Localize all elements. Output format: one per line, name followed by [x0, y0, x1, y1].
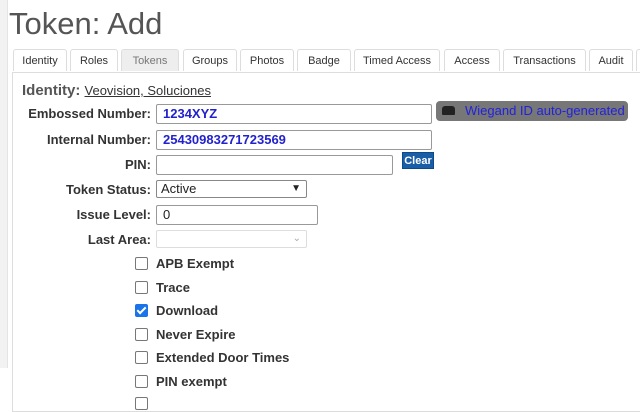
identity-link[interactable]: Veovision, Soluciones	[85, 83, 211, 98]
identity-label: Identity:	[22, 82, 81, 99]
checkbox-partial[interactable]	[135, 397, 156, 410]
chevron-down-icon: ⌄	[292, 233, 301, 244]
checkbox-label: Download	[156, 303, 219, 318]
checkbox-icon[interactable]	[135, 375, 148, 388]
tab-badge[interactable]: Badge	[297, 49, 351, 71]
token-status-value: Active	[161, 181, 197, 196]
checkbox-icon[interactable]	[135, 281, 148, 294]
tab-audit[interactable]: Audit	[589, 49, 633, 71]
embossed-number-label: Embossed Number:	[28, 106, 151, 121]
identity-heading: Identity: Veovision, Soluciones	[22, 82, 211, 99]
checkbox-icon[interactable]	[135, 351, 148, 364]
checkbox-icon[interactable]	[135, 257, 148, 270]
tab-access[interactable]: Access	[444, 49, 500, 71]
pin-input[interactable]	[156, 155, 393, 175]
tab-photos[interactable]: Photos	[240, 49, 294, 71]
checkbox-label: Trace	[156, 280, 190, 295]
wiegand-text: Wiegand ID auto-generated	[465, 103, 625, 118]
last-area-label: Last Area:	[87, 232, 151, 247]
checkbox-icon[interactable]	[135, 328, 148, 341]
checkbox-pin-exempt[interactable]: PIN exempt	[135, 374, 227, 389]
wiegand-notice: Wiegand ID auto-generated	[436, 101, 628, 121]
tab-identity[interactable]: Identity	[13, 49, 67, 71]
checkbox-download[interactable]: Download	[135, 303, 218, 318]
clear-button[interactable]: Clear	[402, 152, 434, 169]
checkbox-checked-icon[interactable]	[135, 304, 148, 317]
tab-tokens[interactable]: Tokens	[121, 49, 179, 71]
checkbox-extended-door-times[interactable]: Extended Door Times	[135, 350, 289, 365]
token-status-label: Token Status:	[66, 182, 151, 197]
last-area-select[interactable]: ⌄	[156, 230, 307, 248]
car-icon	[442, 106, 455, 115]
checkbox-apb-exempt[interactable]: APB Exempt	[135, 256, 234, 271]
checkbox-label: APB Exempt	[156, 256, 235, 271]
checkbox-label: PIN exempt	[156, 374, 227, 389]
embossed-number-input[interactable]: 1234XYZ	[156, 104, 432, 124]
internal-number-label: Internal Number:	[46, 132, 151, 147]
checkbox-label: Extended Door Times	[156, 350, 290, 365]
page-title: Token: Add	[9, 6, 163, 41]
checkbox-never-expire[interactable]: Never Expire	[135, 327, 236, 342]
issue-level-input[interactable]: 0	[156, 205, 318, 225]
checkbox-trace[interactable]: Trace	[135, 280, 190, 295]
internal-number-input[interactable]: 25430983271723569	[156, 130, 432, 150]
tab-more[interactable]	[636, 49, 640, 71]
tab-roles[interactable]: Roles	[70, 49, 118, 71]
pin-label: PIN:	[125, 157, 151, 172]
token-status-select[interactable]: Active ▼	[156, 180, 307, 198]
checkbox-label: Never Expire	[156, 327, 236, 342]
issue-level-label: Issue Level:	[76, 207, 151, 222]
chevron-down-icon: ▼	[291, 183, 301, 194]
tab-timed-access[interactable]: Timed Access	[354, 49, 440, 71]
tab-transactions[interactable]: Transactions	[503, 49, 586, 71]
tab-groups[interactable]: Groups	[183, 49, 237, 71]
checkbox-icon[interactable]	[135, 397, 148, 410]
left-sidebar-strip	[0, 0, 8, 368]
tab-bar: Identity Roles Tokens Groups Photos Badg…	[12, 49, 640, 72]
